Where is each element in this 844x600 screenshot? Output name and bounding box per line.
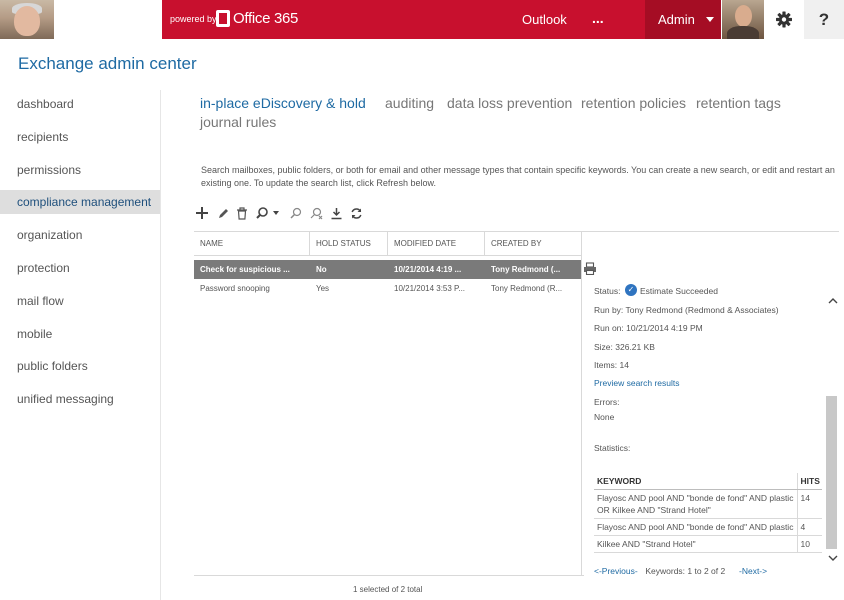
cell-created-by: Tony Redmond (... [491,265,561,274]
nav-item-compliance-management[interactable]: compliance management [0,190,160,214]
search-start-icon [289,207,301,219]
table-row[interactable]: Password snooping Yes 10/21/2014 3:53 P.… [194,279,581,298]
table-row: Kilkee AND "Strand Hotel" 10 [594,535,822,553]
nav-item-organization[interactable]: organization [0,223,160,247]
tab-in-place-ediscovery[interactable]: in-place eDiscovery & hold [200,95,366,111]
keyword-statistics-table: KEYWORD HITS Flayosc AND pool AND "bonde… [594,473,822,553]
nav-more-button[interactable]: ... [592,10,604,26]
export-icon [331,207,341,219]
tab-auditing[interactable]: auditing [385,95,434,111]
delete-icon [237,206,247,220]
errors-value: None [594,412,615,422]
user-avatar[interactable] [0,0,54,39]
powered-by-label: powered by [170,14,217,24]
checkmark-icon: ✓ [625,284,637,296]
status-label: Status: [594,286,621,296]
keywords-next-link[interactable]: -Next-> [739,566,767,576]
preview-search-results-link[interactable]: Preview search results [594,378,680,388]
hits-cell: 10 [797,535,822,553]
office365-header: powered by Office 365 Outlook ... Admin [162,0,721,39]
nav-item-mobile[interactable]: mobile [0,322,160,346]
nav-outlook-link[interactable]: Outlook [522,12,567,27]
keyword-cell: Kilkee AND "Strand Hotel" [594,535,798,553]
page-description: Search mailboxes, public folders, or bot… [201,165,835,188]
nav-item-mail-flow[interactable]: mail flow [0,289,160,313]
status-value: Estimate Succeeded [640,286,718,296]
list-bottom-border [194,575,584,576]
nav-item-dashboard[interactable]: dashboard [0,92,160,116]
app-title: Exchange admin center [18,54,197,73]
table-row: Flayosc AND pool AND "bonde de fond" AND… [594,489,822,519]
cell-hold-status: No [316,265,327,274]
office-logo-icon [216,10,230,27]
nav-item-public-folders[interactable]: public folders [0,354,160,378]
search-stop-icon [310,207,322,219]
nav-item-protection[interactable]: protection [0,256,160,280]
column-header-hold-status[interactable]: HOLD STATUS [310,232,371,256]
hits-cell: 4 [797,518,822,536]
print-icon[interactable] [583,262,597,275]
run-by: Run by: Tony Redmond (Redmond & Associat… [594,305,779,315]
chevron-down-icon [706,17,714,22]
edit-button[interactable] [214,204,232,222]
chevron-down-icon[interactable] [828,554,838,562]
admin-menu[interactable]: Admin [645,0,721,39]
admin-label: Admin [658,12,695,27]
stop-search-button[interactable] [307,204,325,222]
keyword-cell: Flayosc AND pool AND "bonde de fond" AND… [594,489,798,519]
keyword-column-header: KEYWORD [594,473,798,490]
start-search-button[interactable] [287,204,305,222]
refresh-button[interactable] [347,204,365,222]
keywords-pager-status: Keywords: 1 to 2 of 2 [643,566,728,576]
column-header-modified-date[interactable]: MODIFIED DATE [388,232,456,256]
table-row: Flayosc AND pool AND "bonde de fond" AND… [594,518,822,536]
export-button[interactable] [327,204,345,222]
hits-column-header: HITS [797,473,822,490]
account-avatar[interactable] [722,0,764,39]
chevron-up-icon[interactable] [828,297,838,305]
search-icon [256,207,279,219]
tab-data-loss-prevention[interactable]: data loss prevention [447,95,572,111]
statistics-label: Statistics: [594,443,631,453]
column-header-name[interactable]: NAME [194,232,223,256]
cell-name: Password snooping [200,284,270,293]
refresh-icon [350,207,362,219]
cell-modified-date: 10/21/2014 3:53 P... [394,284,466,293]
cell-modified-date: 10/21/2014 4:19 ... [394,265,462,274]
selection-status: 1 selected of 2 total [353,585,423,594]
nav-item-recipients[interactable]: recipients [0,125,160,149]
keywords-previous-link[interactable]: <-Previous- [594,566,638,576]
list-header: NAME HOLD STATUS MODIFIED DATE CREATED B… [194,231,581,256]
add-icon [196,207,208,219]
details-scrollbar[interactable] [826,396,837,549]
items: Items: 14 [594,360,629,370]
settings-button[interactable] [764,0,804,39]
office365-brand: Office 365 [233,10,299,27]
gear-icon [776,11,792,28]
keyword-cell: Flayosc AND pool AND "bonde de fond" AND… [594,518,798,536]
edit-icon [218,208,228,218]
help-button[interactable]: ? [804,0,844,39]
run-on: Run on: 10/21/2014 4:19 PM [594,323,703,333]
cell-hold-status: Yes [316,284,330,293]
cell-created-by: Tony Redmond (R... [491,284,563,293]
errors-label: Errors: [594,397,620,407]
delete-button[interactable] [233,204,251,222]
nav-item-permissions[interactable]: permissions [0,158,160,182]
nav-item-unified-messaging[interactable]: unified messaging [0,387,160,411]
tab-retention-tags[interactable]: retention tags [696,95,781,111]
cell-name: Check for suspicious ... [200,265,290,274]
left-nav: dashboard recipients permissions complia… [0,90,161,600]
tab-retention-policies[interactable]: retention policies [581,95,686,111]
top-bar: powered by Office 365 Outlook ... Admin … [0,0,844,39]
table-row[interactable]: Check for suspicious ... No 10/21/2014 4… [194,260,581,279]
hits-cell: 14 [797,489,822,519]
add-button[interactable] [193,204,211,222]
size: Size: 326.21 KB [594,342,655,352]
search-menu-button[interactable] [255,204,283,222]
column-header-created-by[interactable]: CREATED BY [485,232,542,256]
tab-journal-rules[interactable]: journal rules [200,114,276,130]
